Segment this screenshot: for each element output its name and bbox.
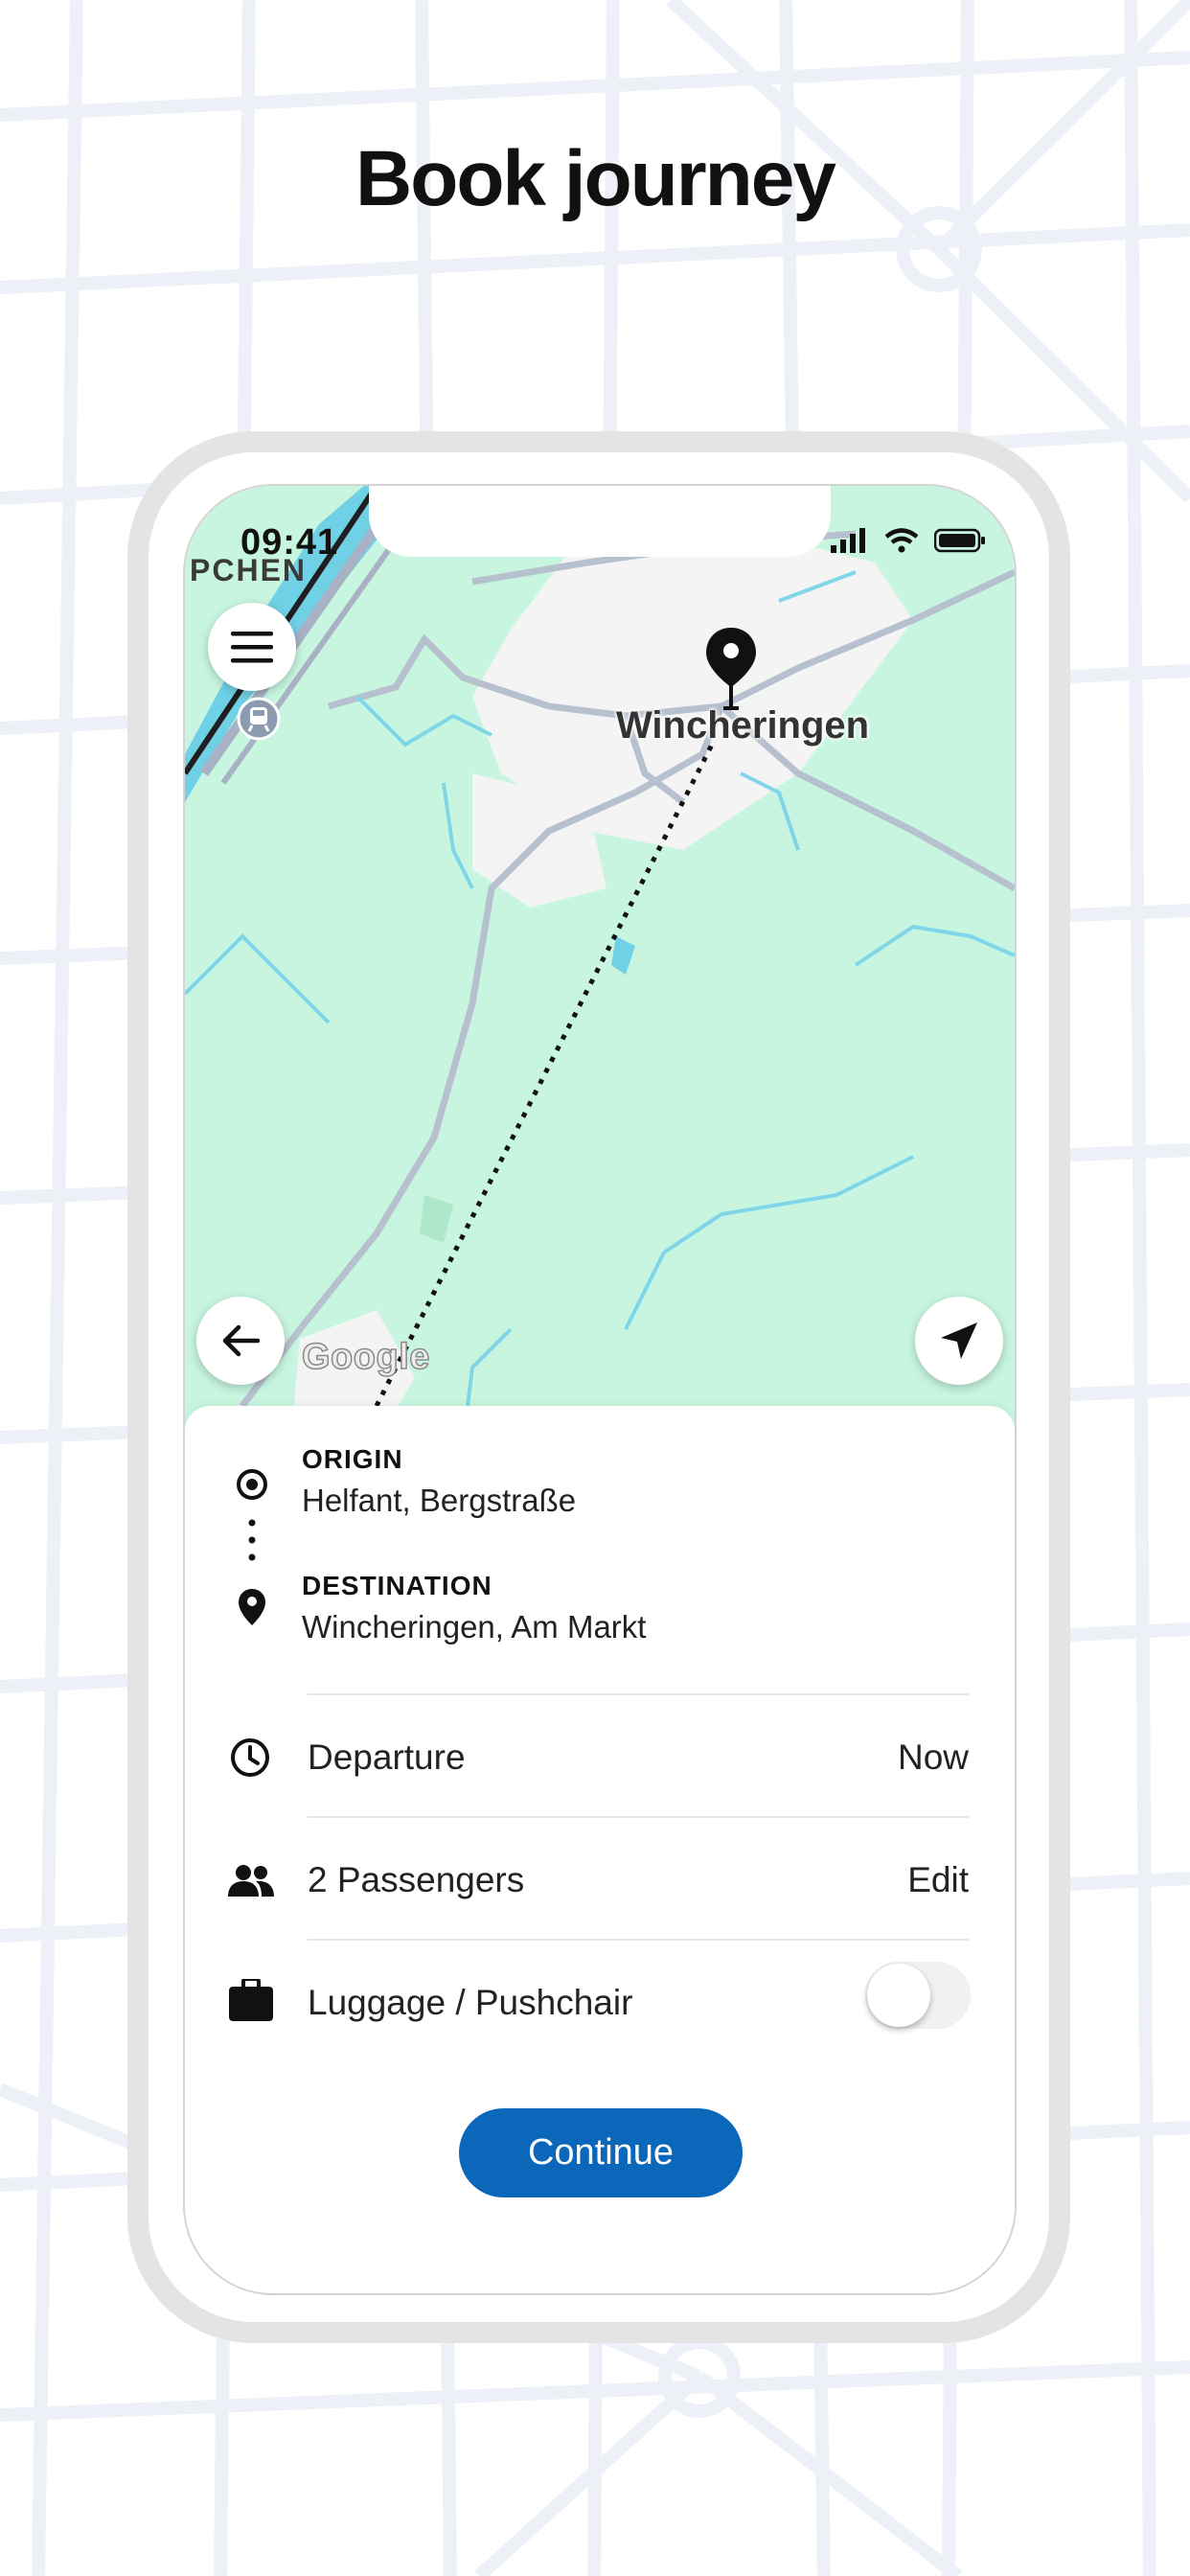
locate-me-button[interactable] (915, 1297, 1003, 1385)
phone-notch (369, 486, 831, 557)
clock-icon (231, 1738, 269, 1777)
luggage-row: Luggage / Pushchair (308, 1983, 633, 2022)
divider (308, 1693, 969, 1695)
briefcase-icon (229, 1979, 273, 2021)
passengers-row: 2 Passengers (308, 1860, 525, 1899)
map-pin-icon (706, 628, 756, 710)
page-headline: Book journey (355, 135, 836, 222)
phone-screen: 09:41 PCHEN Wincheringen Google ORIGIN H… (185, 486, 1015, 2293)
navigation-arrow-icon (941, 1322, 977, 1359)
luggage-toggle[interactable] (865, 1962, 971, 2029)
menu-icon (231, 632, 273, 663)
departure-value[interactable]: Now (898, 1737, 969, 1778)
origin-target-icon (237, 1469, 267, 1500)
back-arrow-icon (222, 1324, 260, 1357)
status-icons (831, 528, 986, 553)
origin-field[interactable]: Helfant, Bergstraße (302, 1483, 576, 1519)
map-place-label: PCHEN (190, 553, 308, 587)
continue-button[interactable]: Continue (459, 2108, 743, 2197)
google-attribution: Google (301, 1336, 430, 1378)
menu-button[interactable] (208, 603, 296, 691)
train-station-icon[interactable] (237, 697, 281, 741)
signal-icon (831, 528, 865, 553)
departure-row[interactable]: Departure (308, 1737, 466, 1778)
toggle-knob (867, 1964, 930, 2027)
passengers-edit-button[interactable]: Edit (907, 1860, 969, 1900)
battery-icon (934, 528, 985, 553)
destination-pin-icon (239, 1589, 265, 1625)
wifi-icon (884, 528, 919, 553)
destination-field[interactable]: Wincheringen, Am Markt (302, 1609, 646, 1645)
divider (308, 1816, 969, 1818)
back-button[interactable] (196, 1297, 285, 1385)
origin-label: ORIGIN (302, 1444, 403, 1474)
route-dots-icon (248, 1519, 256, 1561)
people-icon (228, 1865, 274, 1897)
map-view[interactable] (185, 486, 1015, 1444)
divider (308, 1939, 969, 1941)
destination-label: DESTINATION (302, 1571, 492, 1600)
map-city-label: Wincheringen (616, 704, 870, 747)
